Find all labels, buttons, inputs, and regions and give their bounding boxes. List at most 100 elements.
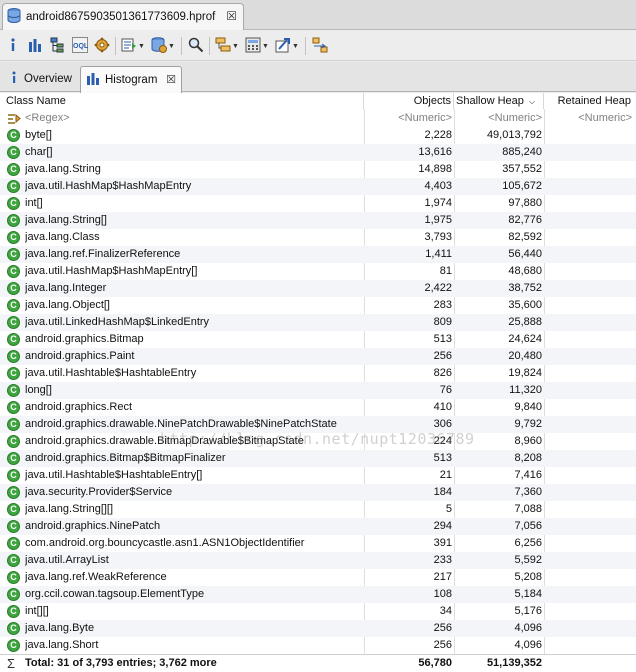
total-label: Total: 31 of 3,793 entries; 3,762 more (25, 657, 217, 669)
table-row[interactable]: Cjava.lang.String[] 1,975 82,776 (0, 212, 636, 229)
shallow-heap-cell: 82,592 (508, 231, 542, 243)
table-row[interactable]: Cjava.lang.Integer 2,422 38,752 (0, 280, 636, 297)
objects-cell: 513 (433, 333, 452, 345)
table-row[interactable]: Cjava.util.Hashtable$HashtableEntry 826 19… (0, 365, 636, 382)
table-row[interactable]: Candroid.graphics.drawable.NinePatchDraw… (0, 416, 636, 433)
histogram-icon (28, 38, 42, 55)
retained-heap-cell (546, 501, 632, 518)
shallow-heap-cell: 4,096 (514, 622, 542, 634)
compare-button[interactable] (312, 36, 328, 56)
table-row[interactable]: Corg.ccil.cowan.tagsoup.ElementType 108 5,… (0, 586, 636, 603)
table-row[interactable]: Candroid.graphics.Rect 410 9,840 (0, 399, 636, 416)
table-row[interactable]: Cjava.util.Hashtable$HashtableEntry[] 21 7… (0, 467, 636, 484)
close-icon[interactable]: ☒ (166, 73, 176, 86)
objects-cell: 108 (433, 588, 452, 600)
objects-cell: 13,616 (418, 146, 452, 158)
class-name-cell: long[] (25, 384, 52, 396)
editor-tab-bar: android8675903501361773609.hprof ☒ (0, 0, 636, 30)
objects-cell: 184 (433, 486, 452, 498)
shallow-heap-cell: 38,752 (508, 282, 542, 294)
table-row[interactable]: Cjava.lang.Class 3,793 82,592 (0, 229, 636, 246)
heap-dump-overview-button[interactable] (94, 36, 110, 56)
class-icon: C (7, 452, 20, 465)
retained-heap-filter-input[interactable]: <Numeric> (546, 110, 632, 127)
close-icon[interactable]: ☒ (226, 9, 237, 23)
table-row[interactable]: Candroid.graphics.Bitmap$BitmapFinalizer… (0, 450, 636, 467)
objects-cell: 294 (433, 520, 452, 532)
table-row[interactable]: Cjava.util.ArrayList 233 5,592 (0, 552, 636, 569)
column-header-class-name[interactable]: Class Name (0, 93, 364, 109)
table-row[interactable]: Cchar[] 13,616 885,240 (0, 144, 636, 161)
table-row[interactable]: Cint[][] 34 5,176 (0, 603, 636, 620)
class-icon: C (7, 486, 20, 499)
table-row[interactable]: Clong[] 76 11,320 (0, 382, 636, 399)
shallow-heap-cell: 7,416 (514, 469, 542, 481)
table-row[interactable]: Candroid.graphics.NinePatch 294 7,056 (0, 518, 636, 535)
histogram-button[interactable] (28, 36, 42, 56)
objects-cell: 1,411 (425, 248, 452, 260)
retained-heap-cell (546, 518, 632, 535)
shallow-heap-cell: 8,208 (514, 452, 542, 464)
shallow-heap-cell: 7,360 (514, 486, 542, 498)
table-row[interactable]: Cjava.lang.String[][] 5 7,088 (0, 501, 636, 518)
class-name-cell: org.ccil.cowan.tagsoup.ElementType (25, 588, 205, 600)
oql-icon: OQL (72, 36, 89, 56)
class-name-cell: java.lang.String[][] (25, 503, 114, 515)
export-button[interactable]: ▼ (275, 36, 299, 56)
group-by-button[interactable]: ▼ (215, 36, 239, 56)
shallow-heap-cell: 885,240 (502, 146, 542, 158)
table-row[interactable]: Cint[] 1,974 97,880 (0, 195, 636, 212)
shallow-heap-cell: 7,088 (514, 503, 542, 515)
table-row[interactable]: Cjava.util.LinkedHashMap$LinkedEntry 809 2… (0, 314, 636, 331)
chevron-down-icon: ▼ (232, 42, 239, 50)
table-row[interactable]: Cjava.lang.Byte 256 4,096 (0, 620, 636, 637)
retained-heap-cell (546, 127, 632, 144)
shallow-heap-filter-input[interactable]: <Numeric> (456, 110, 542, 127)
oql-button[interactable]: OQL (72, 36, 89, 56)
table-row[interactable]: Candroid.graphics.Bitmap 513 24,624 (0, 331, 636, 348)
filter-row[interactable]: <Regex> <Numeric> <Numeric> <Numeric> (0, 110, 636, 127)
shallow-heap-cell: 5,184 (514, 588, 542, 600)
retained-heap-cell (546, 297, 632, 314)
table-row[interactable]: Candroid.graphics.drawable.BitmapDrawabl… (0, 433, 636, 450)
run-report-button[interactable]: ▼ (121, 36, 145, 56)
class-name-cell: java.lang.String[] (25, 214, 107, 226)
class-name-cell: android.graphics.Rect (25, 401, 133, 413)
objects-filter-input[interactable]: <Numeric> (366, 110, 452, 127)
retained-heap-cell (546, 212, 632, 229)
table-row[interactable]: Cjava.lang.String 14,898 357,552 (0, 161, 636, 178)
table-row[interactable]: Cjava.lang.ref.FinalizerReference 1,411 56… (0, 246, 636, 263)
group-icon (215, 37, 231, 56)
table-row[interactable]: Cjava.lang.ref.WeakReference 217 5,208 (0, 569, 636, 586)
column-header-objects[interactable]: Objects (364, 93, 454, 109)
editor-tab-hprof[interactable]: android8675903501361773609.hprof ☒ (2, 3, 244, 30)
tab-histogram[interactable]: Histogram ☒ (80, 66, 182, 93)
query-browser-button[interactable]: ▼ (151, 36, 175, 56)
retained-heap-cell (546, 195, 632, 212)
retained-heap-cell (546, 620, 632, 637)
column-header-shallow-heap[interactable]: Shallow Heap ⌵ (454, 93, 544, 109)
class-name-cell: android.graphics.NinePatch (25, 520, 161, 532)
shallow-heap-cell: 49,013,792 (486, 129, 542, 141)
table-row[interactable]: Cjava.security.Provider$Service 184 7,360 (0, 484, 636, 501)
retained-heap-cell (546, 637, 632, 654)
column-header-retained-heap[interactable]: Retained Heap (544, 93, 636, 109)
shallow-heap-cell: 5,208 (514, 571, 542, 583)
table-row[interactable]: Ccom.android.org.bouncycastle.asn1.ASN1O… (0, 535, 636, 552)
tab-overview[interactable]: Overview (4, 66, 78, 92)
table-row[interactable]: Cbyte[] 2,228 49,013,792 (0, 127, 636, 144)
class-icon: C (7, 605, 20, 618)
info-button[interactable] (8, 36, 18, 56)
regex-filter-input[interactable]: <Regex> (25, 110, 363, 127)
class-icon: C (7, 520, 20, 533)
find-object-button[interactable] (188, 36, 204, 56)
table-row[interactable]: Cjava.util.HashMap$HashMapEntry 4,403 105,… (0, 178, 636, 195)
table-row[interactable]: Candroid.graphics.Paint 256 20,480 (0, 348, 636, 365)
dominator-tree-button[interactable] (50, 36, 66, 56)
calculate-retained-button[interactable]: ▼ (245, 36, 269, 56)
table-row[interactable]: Cjava.lang.Object[] 283 35,600 (0, 297, 636, 314)
table-row[interactable]: Cjava.util.HashMap$HashMapEntry[] 81 48,68… (0, 263, 636, 280)
retained-heap-cell (546, 399, 632, 416)
table-row[interactable]: Cjava.lang.Short 256 4,096 (0, 637, 636, 654)
heap-dump-icon (7, 7, 21, 27)
